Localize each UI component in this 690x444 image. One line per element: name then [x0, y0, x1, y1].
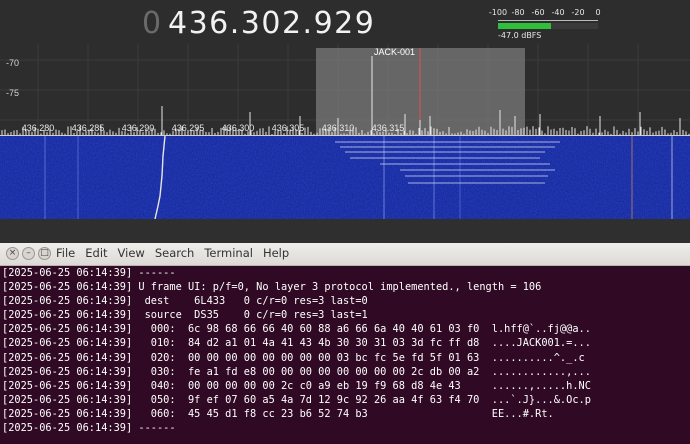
spectrum-y-tick: -70	[6, 58, 19, 68]
terminal-line: [2025-06-25 06:14:39] ------	[2, 422, 176, 435]
signal-meter-scale-labels: -100 -80 -60 -40 -20 0	[489, 8, 601, 20]
waterfall-canvas[interactable]	[0, 136, 690, 219]
terminal-line: [2025-06-25 06:14:39] dest 6L433 0 c/r=0…	[2, 295, 368, 308]
terminal-output[interactable]: [2025-06-25 06:14:39] ------ [2025-06-25…	[2, 266, 688, 435]
menu-view[interactable]: View	[118, 246, 145, 260]
minimize-icon[interactable]: –	[22, 247, 35, 260]
sdr-receiver-panel: 0 436.302.929 -100 -80 -60 -40 -20 0 -47…	[0, 0, 690, 219]
signal-meter-tick: -80	[511, 8, 525, 17]
terminal-line: [2025-06-25 06:14:39] ------	[2, 267, 176, 279]
maximize-icon[interactable]: □	[38, 247, 51, 260]
frequency-leading-digit: 0	[142, 6, 163, 41]
menu-file[interactable]: File	[56, 246, 75, 260]
menu-search[interactable]: Search	[155, 246, 195, 260]
signal-meter-tick: -40	[551, 8, 565, 17]
terminal-line: [2025-06-25 06:14:39] 020: 00 00 00 00 0…	[2, 351, 585, 364]
spectrum-x-tick: 436.295	[172, 123, 205, 133]
signal-meter-tick: -100	[488, 8, 508, 17]
signal-meter-tick: -60	[531, 8, 545, 17]
terminal-titlebar[interactable]: × – □ File Edit View Search Terminal Hel…	[0, 243, 690, 266]
terminal-line: [2025-06-25 06:14:39] 060: 45 45 d1 f8 c…	[2, 407, 554, 420]
terminal-line: [2025-06-25 06:14:39] 040: 00 00 00 00 0…	[2, 379, 591, 392]
frequency-value[interactable]: 436.302.929	[168, 6, 375, 41]
spectrum-x-tick: 436.305	[272, 123, 305, 133]
signal-meter-tick: 0	[595, 8, 601, 17]
terminal-line: [2025-06-25 06:14:39] U frame UI: p/f=0,…	[2, 281, 542, 294]
spectrum-x-tick: 436.280	[22, 123, 55, 133]
spectrum-x-tick: 436.285	[72, 123, 105, 133]
waterfall-display[interactable]	[0, 136, 690, 219]
signal-meter-tick: -20	[571, 8, 585, 17]
menu-help[interactable]: Help	[263, 246, 289, 260]
spectrum-y-tick: -75	[6, 88, 19, 98]
terminal-window[interactable]: × – □ File Edit View Search Terminal Hel…	[0, 243, 690, 444]
signal-meter-level-bar	[498, 23, 551, 29]
spectrum-x-tick: 436.290	[122, 123, 155, 133]
terminal-line: [2025-06-25 06:14:39] 030: fe a1 fd e8 0…	[2, 365, 591, 378]
spectrum-x-tick: 436.300	[222, 123, 255, 133]
close-icon[interactable]: ×	[6, 247, 19, 260]
terminal-line: [2025-06-25 06:14:39] 050: 9f ef 07 60 a…	[2, 393, 591, 406]
signal-meter-reading: -47.0 dBFS	[498, 31, 542, 40]
spectrum-canvas[interactable]: JACK-001 -70 -75 436.280 436.285 436.290 43…	[0, 44, 690, 136]
signal-meter: -100 -80 -60 -40 -20 0 -47.0 dBFS	[488, 2, 608, 42]
terminal-menubar: File Edit View Search Terminal Help	[56, 246, 289, 260]
spectrum-x-tick: 436.315	[372, 123, 405, 133]
terminal-line: [2025-06-25 06:14:39] 000: 6c 98 68 66 6…	[2, 323, 591, 336]
terminal-line: [2025-06-25 06:14:39] 010: 84 d2 a1 01 4…	[2, 337, 591, 350]
menu-terminal[interactable]: Terminal	[204, 246, 253, 260]
signal-marker-label: JACK-001	[374, 47, 415, 57]
spectrum-x-tick: 436.310	[322, 123, 355, 133]
signal-meter-axis	[498, 20, 598, 21]
spectrum-plot[interactable]: JACK-001 -70 -75 436.280 436.285 436.290 43…	[0, 44, 690, 136]
terminal-line: [2025-06-25 06:14:39] source DS35 0 c/r=…	[2, 309, 368, 322]
menu-edit[interactable]: Edit	[85, 246, 107, 260]
